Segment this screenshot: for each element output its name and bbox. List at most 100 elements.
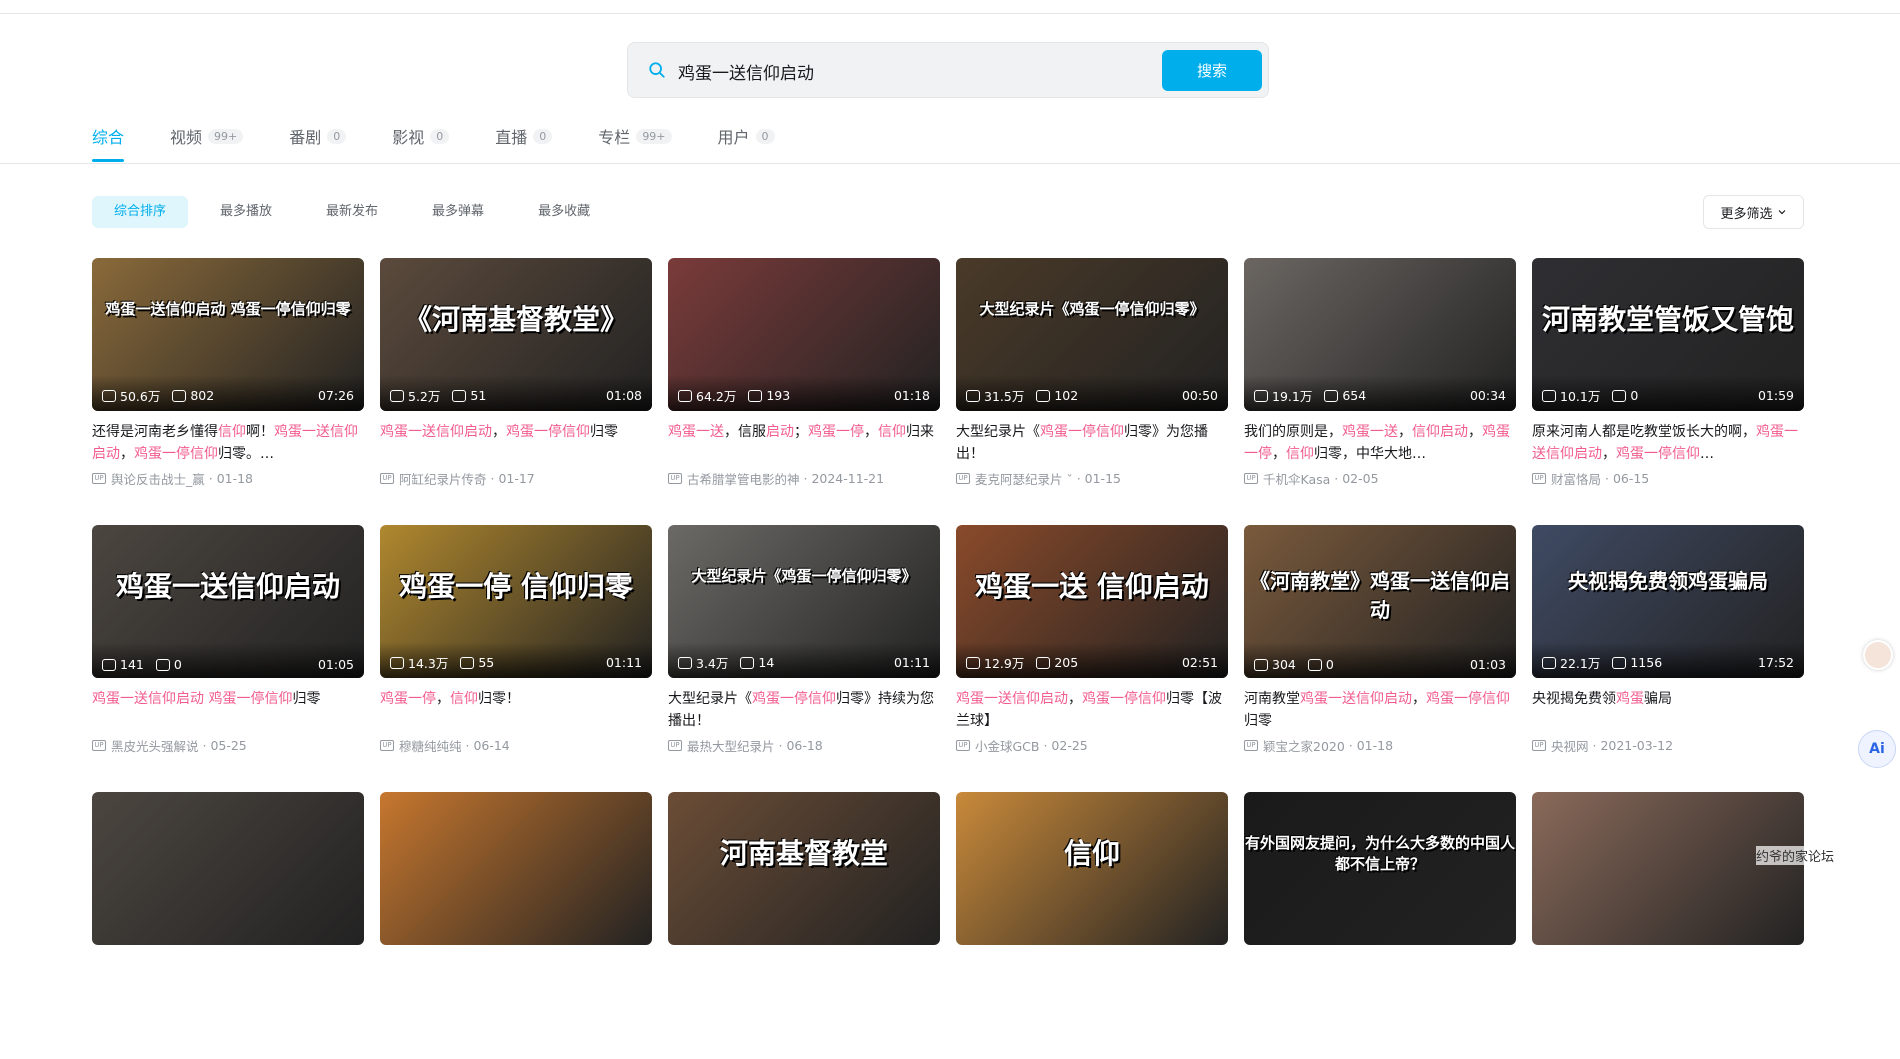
video-thumbnail[interactable]: 鸡蛋一送信仰启动 141 0 01:05 — [92, 525, 364, 678]
author-name: 颖宝之家2020 — [1263, 739, 1345, 754]
video-card[interactable] — [92, 792, 364, 1059]
video-title[interactable]: 原来河南人都是吃教堂饭长大的啊，鸡蛋一送信仰启动，鸡蛋一停信仰… — [1532, 421, 1804, 465]
video-card[interactable]: 《河南教堂》鸡蛋一送信仰启动 304 0 01:03 河南教堂鸡蛋一送信仰启动，鸡蛋一停… — [1244, 525, 1516, 792]
video-card[interactable]: 19.1万 654 00:34 我们的原则是，鸡蛋一送，信仰启动，鸡蛋一停，信仰归零，… — [1244, 258, 1516, 525]
video-thumbnail[interactable]: 《河南教堂》鸡蛋一送信仰启动 304 0 01:03 — [1244, 525, 1516, 678]
video-thumbnail[interactable]: 河南基督教堂 — [668, 792, 940, 945]
video-thumbnail[interactable]: 有外国网友提问，为什么大多数的中国人都不信上帝？ — [1244, 792, 1516, 945]
video-duration: 02:51 — [1181, 655, 1218, 670]
ai-assistant-button[interactable]: Ai — [1858, 730, 1896, 768]
video-thumbnail[interactable]: 大型纪录片《鸡蛋一停信仰归零》 31.5万 102 00:50 — [956, 258, 1228, 411]
video-title[interactable]: 大型纪录片《鸡蛋一停信仰归零》为您播出！ — [956, 421, 1228, 465]
video-title[interactable]: 鸡蛋一送信仰启动 鸡蛋一停信仰归零 — [92, 688, 364, 732]
video-card[interactable]: 有外国网友提问，为什么大多数的中国人都不信上帝？ — [1244, 792, 1516, 1059]
play-count: 304 — [1254, 657, 1296, 672]
video-card[interactable]: 64.2万 193 01:18 鸡蛋一送，信服启动；鸡蛋一停，信仰归来 UP 古希腊掌管电… — [668, 258, 940, 525]
tab-6[interactable]: 用户 0 — [718, 122, 775, 150]
author-name: 舆论反击战士_赢 — [111, 472, 205, 487]
video-thumbnail[interactable]: 鸡蛋一送 信仰启动 12.9万 205 02:51 — [956, 525, 1228, 678]
video-card[interactable] — [1532, 792, 1804, 1059]
search-button[interactable]: 搜索 — [1162, 50, 1262, 91]
video-title[interactable]: 鸡蛋一停，信仰归零！ — [380, 688, 652, 732]
video-card[interactable]: 鸡蛋一送信仰启动 141 0 01:05 鸡蛋一送信仰启动 鸡蛋一停信仰归零 UP 黑皮光头… — [92, 525, 364, 792]
video-thumbnail[interactable] — [92, 792, 364, 945]
floating-avatar[interactable] — [1863, 640, 1893, 670]
play-count-value: 10.1万 — [1560, 389, 1601, 404]
video-author-line[interactable]: UP 颖宝之家2020 · 01-18 — [1244, 736, 1516, 755]
sort-option[interactable]: 最多弹幕 — [410, 196, 506, 228]
tab-count-badge: 99+ — [636, 128, 672, 144]
video-card[interactable]: 大型纪录片《鸡蛋一停信仰归零》 3.4万 14 01:11 大型纪录片《鸡蛋一停信仰归零… — [668, 525, 940, 792]
video-title[interactable]: 鸡蛋一送信仰启动，鸡蛋一停信仰归零【波兰球】 — [956, 688, 1228, 732]
video-thumbnail[interactable] — [1532, 792, 1804, 945]
video-thumbnail[interactable]: 19.1万 654 00:34 — [1244, 258, 1516, 411]
video-title[interactable]: 河南教堂鸡蛋一送信仰启动，鸡蛋一停信仰归零 — [1244, 688, 1516, 732]
tab-4[interactable]: 直播 0 — [495, 122, 553, 150]
danmaku-count-value: 14 — [758, 655, 775, 670]
search-input[interactable] — [678, 53, 1118, 89]
danmaku-count-value: 102 — [1054, 388, 1079, 403]
play-count: 12.9万 — [966, 653, 1024, 672]
play-count-value: 5.2万 — [408, 389, 441, 404]
video-title[interactable]: 央视揭免费领鸡蛋骗局 — [1532, 688, 1804, 732]
danmaku-count: 0 — [1307, 657, 1334, 672]
play-count: 64.2万 — [678, 386, 736, 405]
video-card[interactable]: 《河南基督教堂》 5.2万 51 01:08 鸡蛋一送信仰启动，鸡蛋一停信仰归零 UP 阿缸… — [380, 258, 652, 525]
video-author-line[interactable]: UP 舆论反击战士_赢 · 01-18 — [92, 469, 364, 488]
video-thumbnail[interactable] — [380, 792, 652, 945]
video-card[interactable] — [380, 792, 652, 1059]
video-thumbnail[interactable]: 河南教堂管饭又管饱 10.1万 0 01:59 — [1532, 258, 1804, 411]
video-card[interactable]: 鸡蛋一送 信仰启动 12.9万 205 02:51 鸡蛋一送信仰启动，鸡蛋一停信仰归零【… — [956, 525, 1228, 792]
video-thumbnail[interactable]: 《河南基督教堂》 5.2万 51 01:08 — [380, 258, 652, 411]
separator: · — [1588, 738, 1601, 753]
danmaku-count: 802 — [172, 388, 214, 403]
video-thumbnail[interactable]: 鸡蛋一送信仰启动 鸡蛋一停信仰归零 50.6万 802 07:26 — [92, 258, 364, 411]
video-thumbnail[interactable]: 央视揭免费领鸡蛋骗局 22.1万 1156 17:52 — [1532, 525, 1804, 678]
video-author-line[interactable]: UP 穆糖纯纯纯 · 06-14 — [380, 736, 652, 755]
video-author-line[interactable]: UP 黑皮光头强解说 · 05-25 — [92, 736, 364, 755]
video-thumbnail[interactable]: 大型纪录片《鸡蛋一停信仰归零》 3.4万 14 01:11 — [668, 525, 940, 678]
video-stats: 19.1万 654 00:34 — [1254, 386, 1506, 405]
video-title[interactable]: 还得是河南老乡懂得信仰啊！鸡蛋一送信仰启动，鸡蛋一停信仰归零。… — [92, 421, 364, 465]
more-filter-button[interactable]: 更多筛选 — [1703, 195, 1804, 229]
video-author-line[interactable]: UP 央视网 · 2021-03-12 — [1532, 736, 1804, 755]
separator: · — [198, 738, 211, 753]
video-thumbnail[interactable]: 64.2万 193 01:18 — [668, 258, 940, 411]
video-card[interactable]: 河南基督教堂 — [668, 792, 940, 1059]
tab-count-badge: 0 — [327, 128, 347, 144]
video-title[interactable]: 鸡蛋一送，信服启动；鸡蛋一停，信仰归来 — [668, 421, 940, 465]
video-card[interactable]: 鸡蛋一送信仰启动 鸡蛋一停信仰归零 50.6万 802 07:26 还得是河南老乡懂得信… — [92, 258, 364, 525]
video-author-line[interactable]: UP 麦克阿瑟纪录片 ˇ · 01-15 — [956, 469, 1228, 488]
video-author-line[interactable]: UP 千机伞Kasa · 02-05 — [1244, 469, 1516, 488]
separator: · — [1330, 471, 1343, 486]
tab-1[interactable]: 视频 99+ — [170, 122, 244, 150]
video-title[interactable]: 鸡蛋一送信仰启动，鸡蛋一停信仰归零 — [380, 421, 652, 465]
tab-2[interactable]: 番剧 0 — [289, 122, 347, 150]
video-card[interactable]: 信仰 — [956, 792, 1228, 1059]
video-author-line[interactable]: UP 古希腊掌管电影的神 · 2024-11-21 — [668, 469, 940, 488]
video-author-line[interactable]: UP 最热大型纪录片 · 06-18 — [668, 736, 940, 755]
video-thumbnail[interactable]: 鸡蛋一停 信仰归零 14.3万 55 01:11 — [380, 525, 652, 678]
video-thumbnail[interactable]: 信仰 — [956, 792, 1228, 945]
video-author-line[interactable]: UP 阿缸纪录片传奇 · 01-17 — [380, 469, 652, 488]
video-card[interactable]: 河南教堂管饭又管饱 10.1万 0 01:59 原来河南人都是吃教堂饭长大的啊，鸡蛋一送… — [1532, 258, 1804, 525]
sort-option[interactable]: 最多收藏 — [516, 196, 612, 228]
video-card[interactable]: 央视揭免费领鸡蛋骗局 22.1万 1156 17:52 央视揭免费领鸡蛋骗局 UP 央视网 … — [1532, 525, 1804, 792]
video-stats: 141 0 01:05 — [102, 657, 354, 672]
tab-3[interactable]: 影视 0 — [392, 122, 450, 150]
sort-options: 综合排序 最多播放 最新发布 最多弹幕 最多收藏 — [92, 196, 622, 228]
sort-option[interactable]: 最新发布 — [304, 196, 400, 228]
video-title[interactable]: 大型纪录片《鸡蛋一停信仰归零》持续为您播出！ — [668, 688, 940, 732]
video-author-line[interactable]: UP 小金球GCB · 02-25 — [956, 736, 1228, 755]
tab-5[interactable]: 专栏 99+ — [598, 122, 672, 150]
video-card[interactable]: 鸡蛋一停 信仰归零 14.3万 55 01:11 鸡蛋一停，信仰归零！ UP 穆糖纯纯纯 ·… — [380, 525, 652, 792]
sort-option[interactable]: 综合排序 — [92, 196, 189, 228]
sort-option[interactable]: 最多播放 — [198, 196, 294, 228]
danmaku-icon — [452, 389, 467, 402]
video-title[interactable]: 我们的原则是，鸡蛋一送，信仰启动，鸡蛋一停，信仰归零，中华大地… — [1244, 421, 1516, 465]
video-card[interactable]: 大型纪录片《鸡蛋一停信仰归零》 31.5万 102 00:50 大型纪录片《鸡蛋一停信仰… — [956, 258, 1228, 525]
video-stats: 3.4万 14 01:11 — [678, 653, 930, 672]
publish-date: 01-15 — [1084, 471, 1121, 486]
video-author-line[interactable]: UP 财富恪局 · 06-15 — [1532, 469, 1804, 488]
tab-0[interactable]: 综合 — [92, 122, 125, 162]
